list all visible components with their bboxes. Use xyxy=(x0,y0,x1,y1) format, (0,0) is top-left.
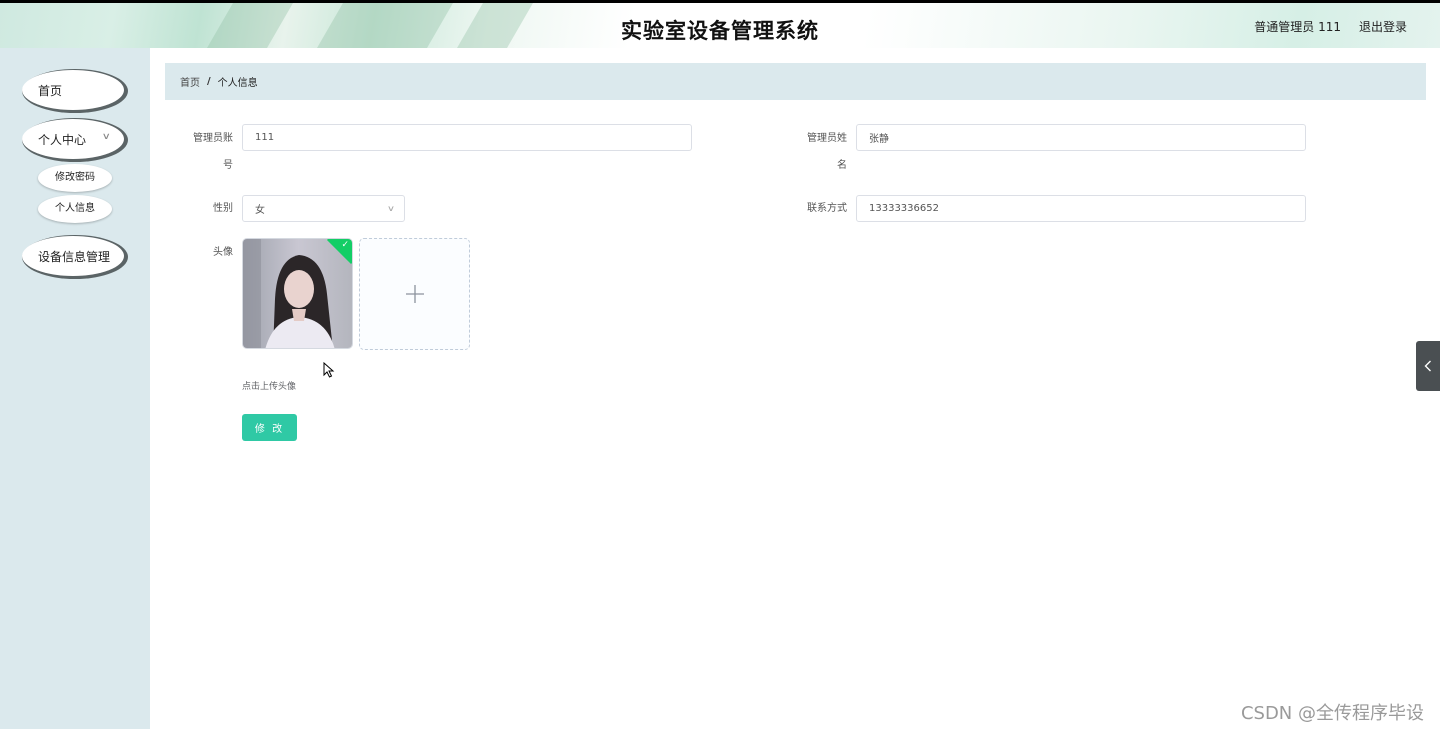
chevron-left-icon xyxy=(1424,360,1431,372)
check-icon: ✓ xyxy=(341,240,349,250)
avatar-preview[interactable]: ✓ xyxy=(242,238,353,349)
plus-icon xyxy=(405,285,424,303)
account-label-wrap: 号 xyxy=(223,160,233,171)
breadcrumb-home[interactable]: 首页 xyxy=(180,74,200,89)
header-bar: 实验室设备管理系统 普通管理员 111 退出登录 xyxy=(0,0,1440,48)
breadcrumb: 首页 / 个人信息 xyxy=(165,63,1426,100)
submit-button[interactable]: 修 改 xyxy=(242,414,297,441)
app-title: 实验室设备管理系统 xyxy=(621,19,819,43)
phone-label: 联系方式 xyxy=(807,203,847,214)
account-value: 111 xyxy=(255,132,275,143)
breadcrumb-separator: / xyxy=(207,76,211,87)
phone-input[interactable]: 13333336652 xyxy=(856,195,1306,222)
chevron-down-icon: ∨ xyxy=(102,132,112,142)
gender-label: 性别 xyxy=(213,203,233,214)
sidebar-subitem-personal-info[interactable]: 个人信息 xyxy=(38,195,112,223)
sidebar: 首页 个人中心 ∨ 修改密码 个人信息 设备信息管理 xyxy=(0,48,150,729)
gender-value: 女 xyxy=(255,205,265,216)
breadcrumb-current: 个人信息 xyxy=(217,78,258,89)
avatar-label: 头像 xyxy=(213,247,233,258)
mouse-cursor-icon xyxy=(323,362,335,378)
name-input[interactable]: 张静 xyxy=(856,124,1306,151)
sidebar-item-home[interactable]: 首页 xyxy=(22,70,124,110)
account-input[interactable]: 111 xyxy=(242,124,692,151)
phone-value: 13333336652 xyxy=(869,203,939,214)
watermark: CSDN @全传程序毕设 xyxy=(1240,703,1424,724)
avatar-upload-button[interactable] xyxy=(359,238,470,350)
avatar-image xyxy=(243,239,352,348)
sidebar-item-label: 首页 xyxy=(38,83,63,98)
gender-select[interactable]: 女 ∨ xyxy=(242,195,405,222)
side-panel-toggle[interactable] xyxy=(1416,341,1440,391)
logout-link[interactable]: 退出登录 xyxy=(1359,18,1407,35)
chevron-down-icon: ∨ xyxy=(386,204,396,213)
sidebar-subitem-change-password[interactable]: 修改密码 xyxy=(38,164,112,192)
name-label-wrap: 名 xyxy=(837,160,847,171)
sidebar-item-label: 个人中心 xyxy=(38,132,87,147)
sidebar-item-personal-center[interactable]: 个人中心 ∨ xyxy=(22,119,124,159)
name-label: 管理员姓 xyxy=(807,133,847,144)
sidebar-item-equipment-management[interactable]: 设备信息管理 xyxy=(22,236,124,276)
current-user-label: 普通管理员 111 xyxy=(1254,20,1341,34)
account-label: 管理员账 xyxy=(193,133,233,144)
upload-hint: 点击上传头像 xyxy=(242,382,297,392)
sidebar-item-label: 设备信息管理 xyxy=(38,249,111,264)
name-value: 张静 xyxy=(869,134,889,145)
